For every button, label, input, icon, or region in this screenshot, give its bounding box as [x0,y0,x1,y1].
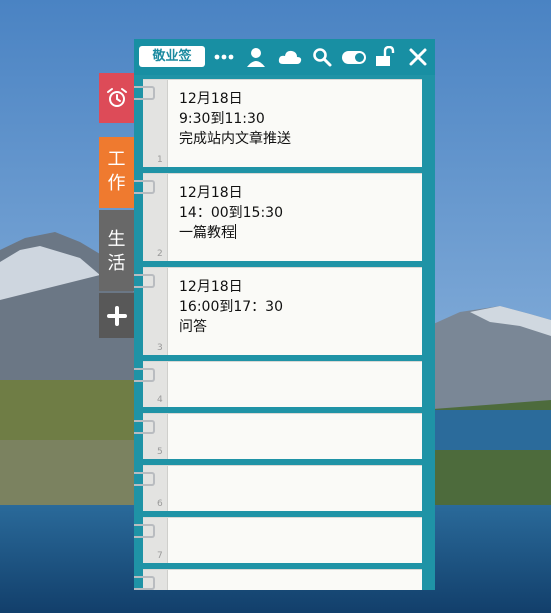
paperclip-icon [134,86,155,100]
sidetab-work-char-2: 作 [107,173,126,194]
unlock-icon [376,46,395,66]
alarm-clock-icon [106,88,127,107]
note-line: 12月18日 [179,279,243,295]
paperclip-icon [134,274,155,288]
note-line: 9:30到11:30 [179,111,265,127]
sidetab-life[interactable]: 生 活 [99,210,134,291]
user-button[interactable] [245,46,267,68]
note-number: 6 [157,499,163,509]
sidetab-life-char-2: 活 [107,253,126,274]
note-number: 3 [157,343,163,353]
paperclip-icon [134,420,155,434]
toggle-button[interactable] [341,46,367,68]
note-line: 问答 [179,319,207,335]
note-item-partial[interactable] [134,569,422,590]
more-icon [214,54,234,60]
note-item[interactable]: 2 12月18日 14：00到15:30 一篇教程 [134,173,422,261]
search-button[interactable] [311,46,333,68]
lock-button[interactable] [374,46,396,68]
cloud-icon [278,50,302,64]
note-number: 2 [157,249,163,259]
note-item[interactable]: 1 12月18日 9:30到11:30 完成站内文章推送 [134,79,422,167]
note-text[interactable]: 12月18日 16:00到17：30 问答 [179,277,416,337]
sidetab-add[interactable] [99,293,134,338]
note-item[interactable]: 4 [134,361,422,407]
note-number: 5 [157,447,163,457]
sidetab-work-char-1: 工 [107,149,126,170]
sidetab-life-char-1: 生 [107,229,126,250]
note-line: 14：00到15:30 [179,205,283,221]
paperclip-icon [134,524,155,538]
note-text[interactable]: 12月18日 14：00到15:30 一篇教程 [179,183,416,243]
note-number: 7 [157,551,163,561]
note-line: 完成站内文章推送 [179,131,291,147]
note-item[interactable]: 5 [134,413,422,459]
note-line: 一篇教程 [179,225,235,241]
note-item[interactable]: 3 12月18日 16:00到17：30 问答 [134,267,422,355]
note-item[interactable]: 6 [134,465,422,511]
user-icon [247,48,265,67]
note-item[interactable]: 7 [134,517,422,563]
text-caret [235,224,236,239]
brand-button[interactable]: 敬业签 [139,46,205,67]
sidetab-work[interactable]: 工 作 [99,137,134,208]
close-button[interactable] [407,46,429,68]
sidetab-alarm[interactable] [99,73,134,123]
plus-icon [106,306,127,326]
note-line: 12月18日 [179,91,243,107]
note-line: 16:00到17：30 [179,299,283,315]
paperclip-icon [134,576,155,590]
paperclip-icon [134,368,155,382]
paperclip-icon [134,472,155,486]
note-number: 1 [157,155,163,165]
search-icon [313,48,332,67]
toggle-icon [342,51,366,64]
sticky-notes-widget: 敬业签 1 12月18日 9:30到11:30 完成站内文章推送 2 12月18… [134,39,435,590]
note-text[interactable]: 12月18日 9:30到11:30 完成站内文章推送 [179,89,416,149]
note-line: 12月18日 [179,185,243,201]
more-button[interactable] [213,46,235,68]
paperclip-icon [134,180,155,194]
note-number: 4 [157,395,163,405]
toolbar: 敬业签 [134,39,435,75]
close-icon [409,48,427,66]
cloud-button[interactable] [278,46,302,68]
